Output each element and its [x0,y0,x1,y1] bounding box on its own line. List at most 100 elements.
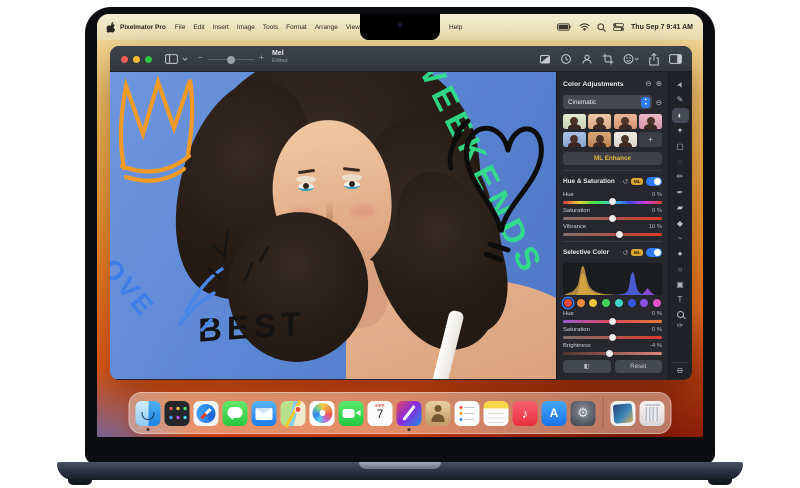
vibrance-slider[interactable]: Vibrance10 % [563,224,662,236]
preset-dropdown[interactable]: Cinematic ▴▾ [563,95,652,109]
battery-icon[interactable] [557,23,572,31]
preset-thumb[interactable] [563,114,586,129]
dock-item-notes[interactable] [484,401,509,426]
portrait-icon[interactable] [581,53,593,65]
slider-thumb[interactable] [609,318,616,325]
swatch-cyan[interactable] [615,299,623,307]
preset-thumb[interactable] [614,114,637,129]
swatch-green[interactable] [602,299,610,307]
clock-icon[interactable] [560,53,572,65]
dock-item-safari[interactable] [194,401,219,426]
pen-tool[interactable]: ✒ [672,185,689,200]
zoom-slider[interactable] [208,59,254,61]
add-adjustment-button[interactable]: ⊕ [656,80,662,88]
hue-slider[interactable]: Hue0 % [563,192,662,204]
color-adjustments-tool[interactable]: ◐ [672,108,689,123]
preset-stepper-icon[interactable]: ▴▾ [641,97,650,108]
crop-icon[interactable] [602,53,614,65]
dock-item-launchpad[interactable] [165,401,190,426]
ml-badge[interactable]: ML [631,249,643,256]
preset-thumb[interactable] [639,114,662,129]
dock-item-trash[interactable] [640,401,665,426]
slider-thumb[interactable] [609,198,616,205]
menu-edit[interactable]: Edit [189,24,208,31]
slider-thumb[interactable] [609,334,616,341]
remove-adjustment-button[interactable]: ⊖ [645,80,651,88]
zoom-out-button[interactable]: − [198,53,203,62]
share-icon[interactable] [648,53,660,66]
swatch-purple[interactable] [640,299,648,307]
menu-file[interactable]: File [171,24,189,31]
selection-tool[interactable]: ◌ [672,154,689,169]
reset-icon[interactable]: ↺ [622,178,628,186]
swatch-blue[interactable] [628,299,636,307]
dock-item-finder[interactable] [136,401,161,426]
preset-thumb[interactable] [614,132,637,147]
menu-image[interactable]: Image [233,24,259,31]
type-tool[interactable]: T [672,292,689,307]
remove-tool-button[interactable]: ⊖ [672,362,689,379]
swatch-red[interactable] [564,299,572,307]
menu-arrange[interactable]: Arrange [311,24,342,31]
minimize-button[interactable] [133,56,140,63]
search-icon[interactable] [597,23,606,32]
zoom-in-button[interactable]: + [259,53,264,62]
selective-color-toggle[interactable] [646,248,662,257]
wifi-icon[interactable] [579,23,590,31]
dock-item-document[interactable] [611,401,636,426]
shape-tool[interactable]: ● [672,246,689,261]
dock-item-facetime[interactable] [339,401,364,426]
slider-thumb[interactable] [616,231,623,238]
maximize-button[interactable] [145,56,152,63]
gradient-tool[interactable]: ▰ [672,200,689,215]
window-titlebar[interactable]: − + Mel Edited [110,46,692,72]
smudge-tool[interactable]: ~ [672,231,689,246]
clone-tool[interactable]: ▣ [672,277,689,292]
erase-tool[interactable]: ◆ [672,216,689,231]
menu-bar-clock[interactable]: Thu Sep 7 9:41 AM [631,24,693,31]
menu-app-name[interactable]: Pixelmator Pro [115,24,171,31]
dock-item-maps[interactable] [281,401,306,426]
selective-brightness-slider[interactable]: Brightness-4 % [563,343,662,355]
sidebar-icon[interactable] [669,54,682,64]
menu-insert[interactable]: Insert [209,24,233,31]
hue-saturation-toggle[interactable] [646,177,662,186]
preset-thumb[interactable] [563,132,586,147]
compare-button[interactable]: ◧ [563,360,611,373]
image-canvas[interactable]: WEEKENDS LOVE BEST [110,72,556,379]
ml-enhance-button[interactable]: ML Enhance [563,152,662,165]
effects-tool[interactable]: ✦ [672,123,689,138]
add-preset-thumb-button[interactable]: + [639,132,662,147]
paint-tool[interactable]: ✏ [672,169,689,184]
dock-item-messages[interactable] [223,401,248,426]
color-fill-icon[interactable] [539,53,551,65]
menu-tools[interactable]: Tools [259,24,282,31]
ml-badge[interactable]: ML [631,178,643,185]
dock-item-pixelmator-pro[interactable] [397,401,422,426]
zoom-slider-knob[interactable] [227,56,235,64]
sticker-icon[interactable] [623,53,639,65]
menu-format[interactable]: Format [282,24,311,31]
style-tool[interactable]: ✎ [672,92,689,107]
dock-item-app-store[interactable]: A [542,401,567,426]
dock-item-reminders[interactable] [455,401,480,426]
swatch-yellow[interactable] [589,299,597,307]
preset-thumb[interactable] [588,114,611,129]
dock-item-calendar[interactable]: SEP 7 [368,401,393,426]
reset-icon[interactable]: ↺ [622,249,628,257]
dock-item-music[interactable]: ♪ [513,401,538,426]
selective-hue-slider[interactable]: Hue0 % [563,311,662,323]
chevron-down-icon[interactable] [182,56,188,62]
dock-item-photos[interactable] [310,401,335,426]
sidebar-toggle-icon[interactable] [165,54,178,64]
selective-saturation-slider[interactable]: Saturation0 % [563,327,662,339]
close-button[interactable] [121,56,128,63]
swatch-magenta[interactable] [653,299,661,307]
remove-preset-button[interactable]: ⊖ [656,98,662,107]
control-center-icon[interactable] [613,23,624,31]
saturation-slider[interactable]: Saturation0 % [563,208,662,220]
swatch-orange[interactable] [577,299,585,307]
vector-pen-tool[interactable]: ✑ [672,318,689,333]
dock-item-mail[interactable] [252,401,277,426]
slider-thumb[interactable] [609,215,616,222]
